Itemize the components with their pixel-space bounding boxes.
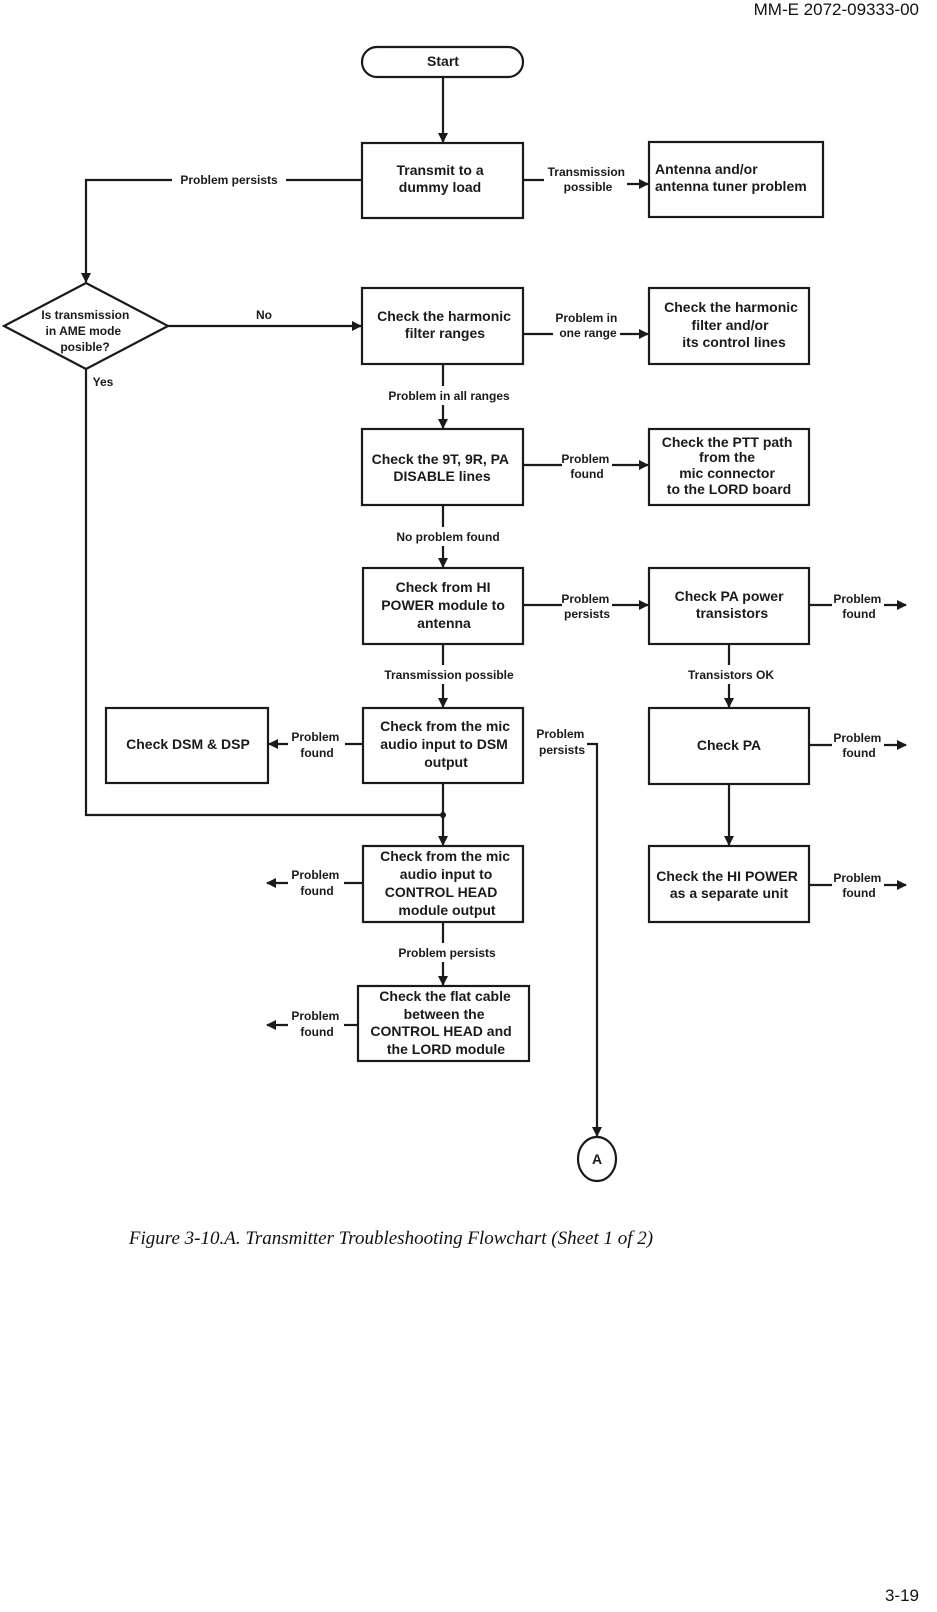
label-problem-found-hi-power: Problem found bbox=[833, 871, 884, 900]
connector-a-label: A bbox=[592, 1151, 602, 1167]
node-dsm-dsp-text: Check DSM & DSP bbox=[126, 736, 250, 752]
node-ptt-path-text: Check the PTT path from the mic connecto… bbox=[662, 434, 797, 497]
label-no: No bbox=[256, 308, 272, 322]
node-disable-lines bbox=[360, 427, 525, 507]
label-problem-in-one-range: Problem in one range bbox=[555, 311, 620, 340]
node-hi-power-unit bbox=[647, 844, 811, 924]
label-problem-persists-top: Problem persists bbox=[180, 173, 278, 187]
label-problem-found-check-pa: Problem found bbox=[833, 731, 884, 760]
label-problem-found-control-head: Problem found bbox=[291, 868, 342, 898]
label-problem-persists-mic: Problem persists bbox=[536, 727, 587, 757]
junction-dot bbox=[440, 812, 446, 818]
node-dummy-load-text: Transmit to a dummy load bbox=[396, 162, 487, 195]
page-number: 3-19 bbox=[884, 1586, 919, 1605]
label-problem-found-flat-cable: Problem found bbox=[291, 1009, 342, 1039]
label-no-problem-found: No problem found bbox=[396, 530, 499, 544]
label-problem-in-all-ranges: Problem in all ranges bbox=[388, 389, 510, 403]
node-hi-power-unit-text: Check the HI POWER as a separate unit bbox=[656, 868, 801, 901]
edge-dummy-decision-b bbox=[81, 178, 172, 283]
label-yes: Yes bbox=[93, 375, 114, 389]
label-transistors-ok: Transistors OK bbox=[688, 668, 774, 682]
label-problem-found-ptt: Problem found bbox=[561, 452, 612, 481]
label-problem-found-dsm: Problem found bbox=[291, 730, 342, 760]
label-problem-persists-ch: Problem persists bbox=[398, 946, 496, 960]
label-transmission-possible-2: Transmission possible bbox=[384, 668, 514, 682]
node-check-pa-text: Check PA bbox=[697, 737, 761, 753]
start-label: Start bbox=[427, 53, 459, 69]
label-problem-found-pa-transistors: Problem found bbox=[833, 592, 884, 621]
flowchart: Start Transmit to a dummy load Antenna a… bbox=[1, 45, 907, 1183]
node-flat-cable-text: Check the flat cable between the CONTROL… bbox=[370, 988, 515, 1057]
edge-mic-connector bbox=[587, 742, 602, 1137]
figure-caption: Figure 3-10.A. Transmitter Troubleshooti… bbox=[128, 1228, 654, 1249]
label-problem-persists-pa: Problem persists bbox=[561, 592, 612, 621]
label-transmission-possible-1: Transmission possible bbox=[548, 165, 629, 194]
